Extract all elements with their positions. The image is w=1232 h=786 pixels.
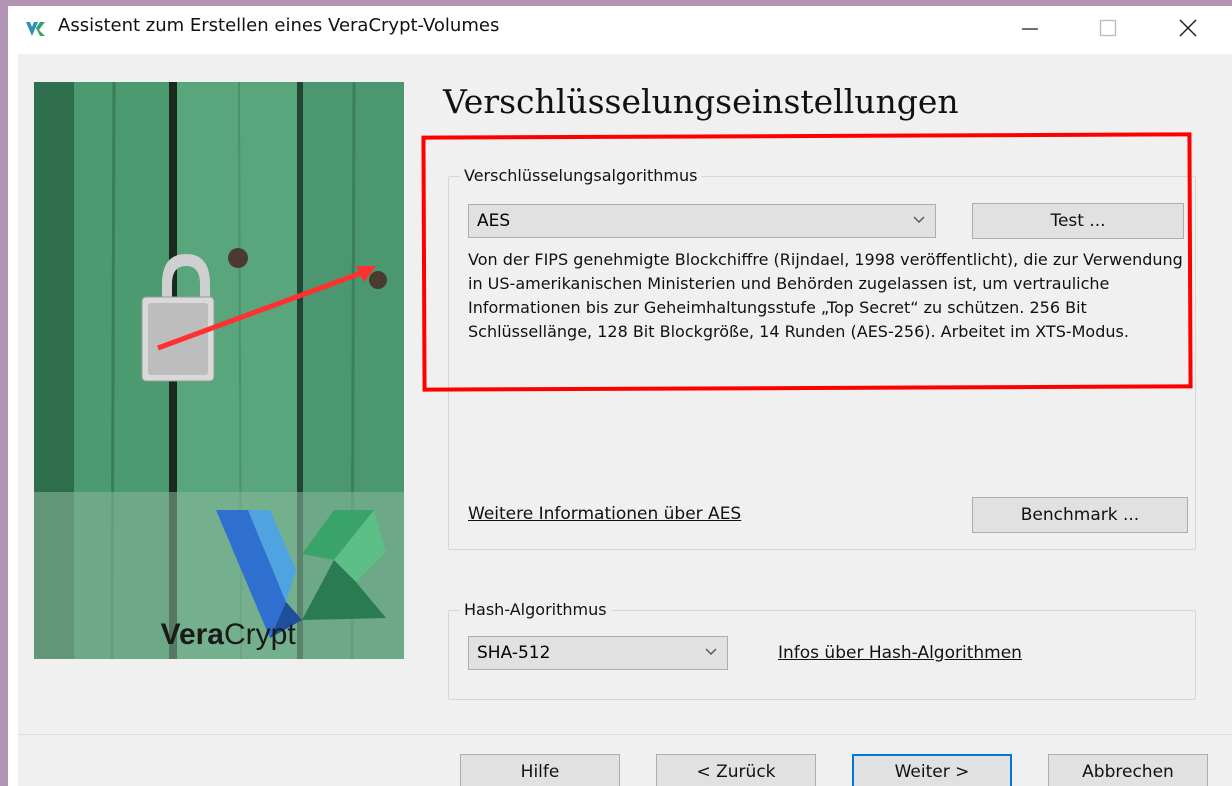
chevron-down-icon	[705, 648, 717, 655]
next-button[interactable]: Weiter >	[852, 754, 1012, 786]
hash-info-link[interactable]: Infos über Hash-Algorithmen	[778, 643, 1022, 663]
benchmark-button[interactable]: Benchmark ...	[972, 497, 1188, 533]
close-icon	[1179, 19, 1197, 37]
dialog-client-area: Vera Crypt Verschlüsselungseinstellungen…	[18, 54, 1232, 786]
footer-divider	[18, 734, 1232, 735]
close-button[interactable]	[1148, 6, 1228, 50]
hash-algorithm-value: SHA-512	[477, 643, 551, 663]
title-bar: Assistent zum Erstellen eines VeraCrypt-…	[8, 6, 1232, 52]
hash-group-label: Hash-Algorithmus	[460, 600, 611, 619]
aes-more-info-link[interactable]: Weitere Informationen über AES	[468, 504, 741, 524]
veracrypt-app-icon	[26, 22, 45, 36]
maximize-icon	[1099, 19, 1117, 37]
back-button[interactable]: < Zurück	[656, 754, 816, 786]
minimize-icon	[1022, 28, 1038, 30]
minimize-button[interactable]	[990, 6, 1070, 50]
side-image: Vera Crypt	[34, 82, 404, 659]
help-button[interactable]: Hilfe	[460, 754, 620, 786]
brand-part2: Crypt	[224, 618, 296, 651]
window-title: Assistent zum Erstellen eines VeraCrypt-…	[58, 15, 500, 36]
hash-algorithm-select[interactable]: SHA-512	[468, 636, 728, 670]
brand-part1: Vera	[161, 618, 225, 651]
highlight-rectangle	[421, 132, 1193, 392]
cancel-button[interactable]: Abbrechen	[1048, 754, 1208, 786]
page-heading: Verschlüsselungseinstellungen	[443, 82, 959, 121]
maximize-button[interactable]	[1068, 6, 1148, 50]
padlock-door-image: Vera Crypt	[34, 82, 404, 659]
dialog-window: Assistent zum Erstellen eines VeraCrypt-…	[8, 6, 1232, 786]
